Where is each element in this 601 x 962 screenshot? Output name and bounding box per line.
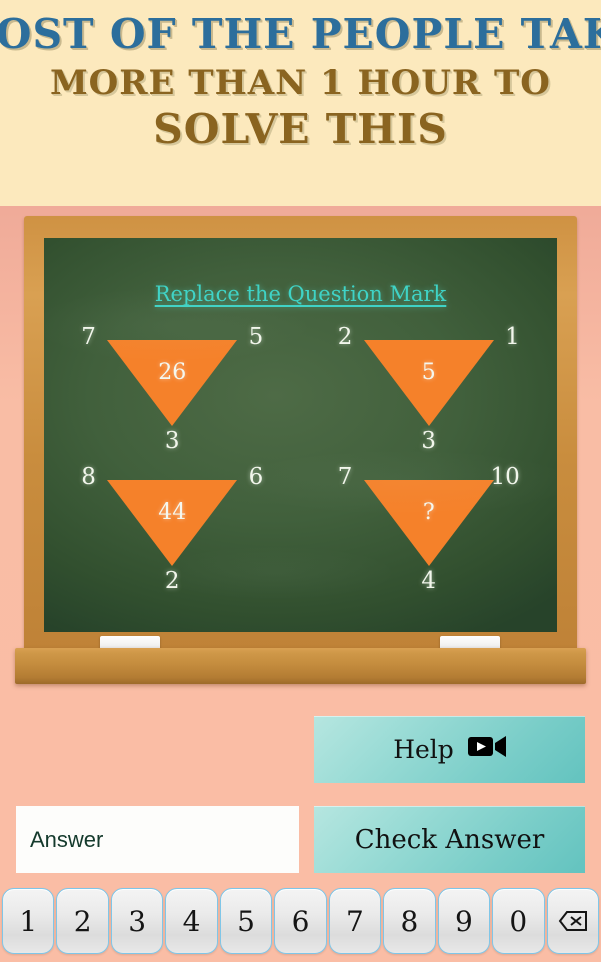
key-2[interactable]: 2 — [56, 888, 109, 954]
chalkboard: Replace the Question Mark 7 5 26 3 2 1 5 — [15, 216, 586, 684]
triangle-1-bottom-number: 3 — [164, 428, 180, 454]
puzzle-instruction: Replace the Question Mark — [154, 282, 447, 306]
puzzle-app-screen: MOST OF THE PEOPLE TAKE MORE THAN 1 HOUR… — [0, 0, 601, 962]
triangle-2-left-number: 2 — [337, 324, 353, 350]
triangle-3-right-number: 6 — [248, 464, 264, 490]
triangle-1-left-number: 7 — [81, 324, 96, 350]
help-button-label: Help — [393, 735, 454, 764]
triangle-1: 7 5 26 3 — [67, 326, 277, 462]
triangle-3-center-number: 44 — [158, 500, 187, 525]
key-5[interactable]: 5 — [219, 888, 273, 954]
backspace-icon — [558, 911, 587, 931]
chalkboard-ledge — [15, 648, 586, 684]
triangle-1-right-number: 5 — [248, 324, 264, 350]
key-4[interactable]: 4 — [165, 888, 218, 954]
video-camera-icon — [467, 734, 506, 765]
triangle-2-right-number: 1 — [505, 324, 520, 350]
triangle-4: 7 10 ? 4 — [324, 466, 534, 602]
key-1[interactable]: 1 — [2, 888, 55, 954]
key-3[interactable]: 3 — [110, 888, 164, 954]
chalkboard-frame: Replace the Question Mark 7 5 26 3 2 1 5 — [24, 216, 577, 654]
backspace-key[interactable] — [546, 888, 599, 954]
key-8[interactable]: 8 — [383, 888, 436, 954]
help-button[interactable]: Help — [314, 716, 585, 783]
key-9[interactable]: 9 — [437, 888, 491, 954]
triangle-2-bottom-number: 3 — [421, 428, 437, 454]
banner-headline-line-2: MORE THAN 1 HOUR TO — [50, 63, 551, 103]
key-6[interactable]: 6 — [274, 888, 327, 954]
key-7[interactable]: 7 — [328, 888, 382, 954]
triangle-4-right-number: 10 — [490, 464, 520, 490]
triangle-4-left-number: 7 — [337, 464, 353, 490]
triangle-3: 8 6 44 2 — [67, 466, 277, 602]
triangle-4-bottom-number: 4 — [421, 568, 437, 594]
check-answer-button[interactable]: Check Answer — [314, 806, 585, 873]
promo-banner: MOST OF THE PEOPLE TAKE MORE THAN 1 HOUR… — [0, 0, 601, 206]
key-0[interactable]: 0 — [492, 888, 545, 954]
triangle-grid: 7 5 26 3 2 1 5 3 8 6 44 2 7 10 ? 4 — [44, 326, 557, 602]
triangle-3-bottom-number: 2 — [164, 568, 180, 594]
numeric-keypad: 1 2 3 4 5 6 7 8 9 0 — [0, 888, 601, 954]
check-answer-label: Check Answer — [354, 824, 545, 855]
triangle-1-center-number: 26 — [158, 360, 187, 385]
triangle-2-center-number: 5 — [421, 360, 436, 385]
banner-headline-line-1: MOST OF THE PEOPLE TAKE — [0, 10, 601, 58]
triangle-4-question-mark: ? — [422, 500, 435, 525]
banner-headline-line-3: SOLVE THIS — [153, 105, 448, 153]
answer-input[interactable] — [16, 806, 299, 873]
triangle-3-left-number: 8 — [81, 464, 96, 490]
chalkboard-surface: Replace the Question Mark 7 5 26 3 2 1 5 — [44, 238, 557, 632]
triangle-2: 2 1 5 3 — [324, 326, 534, 462]
